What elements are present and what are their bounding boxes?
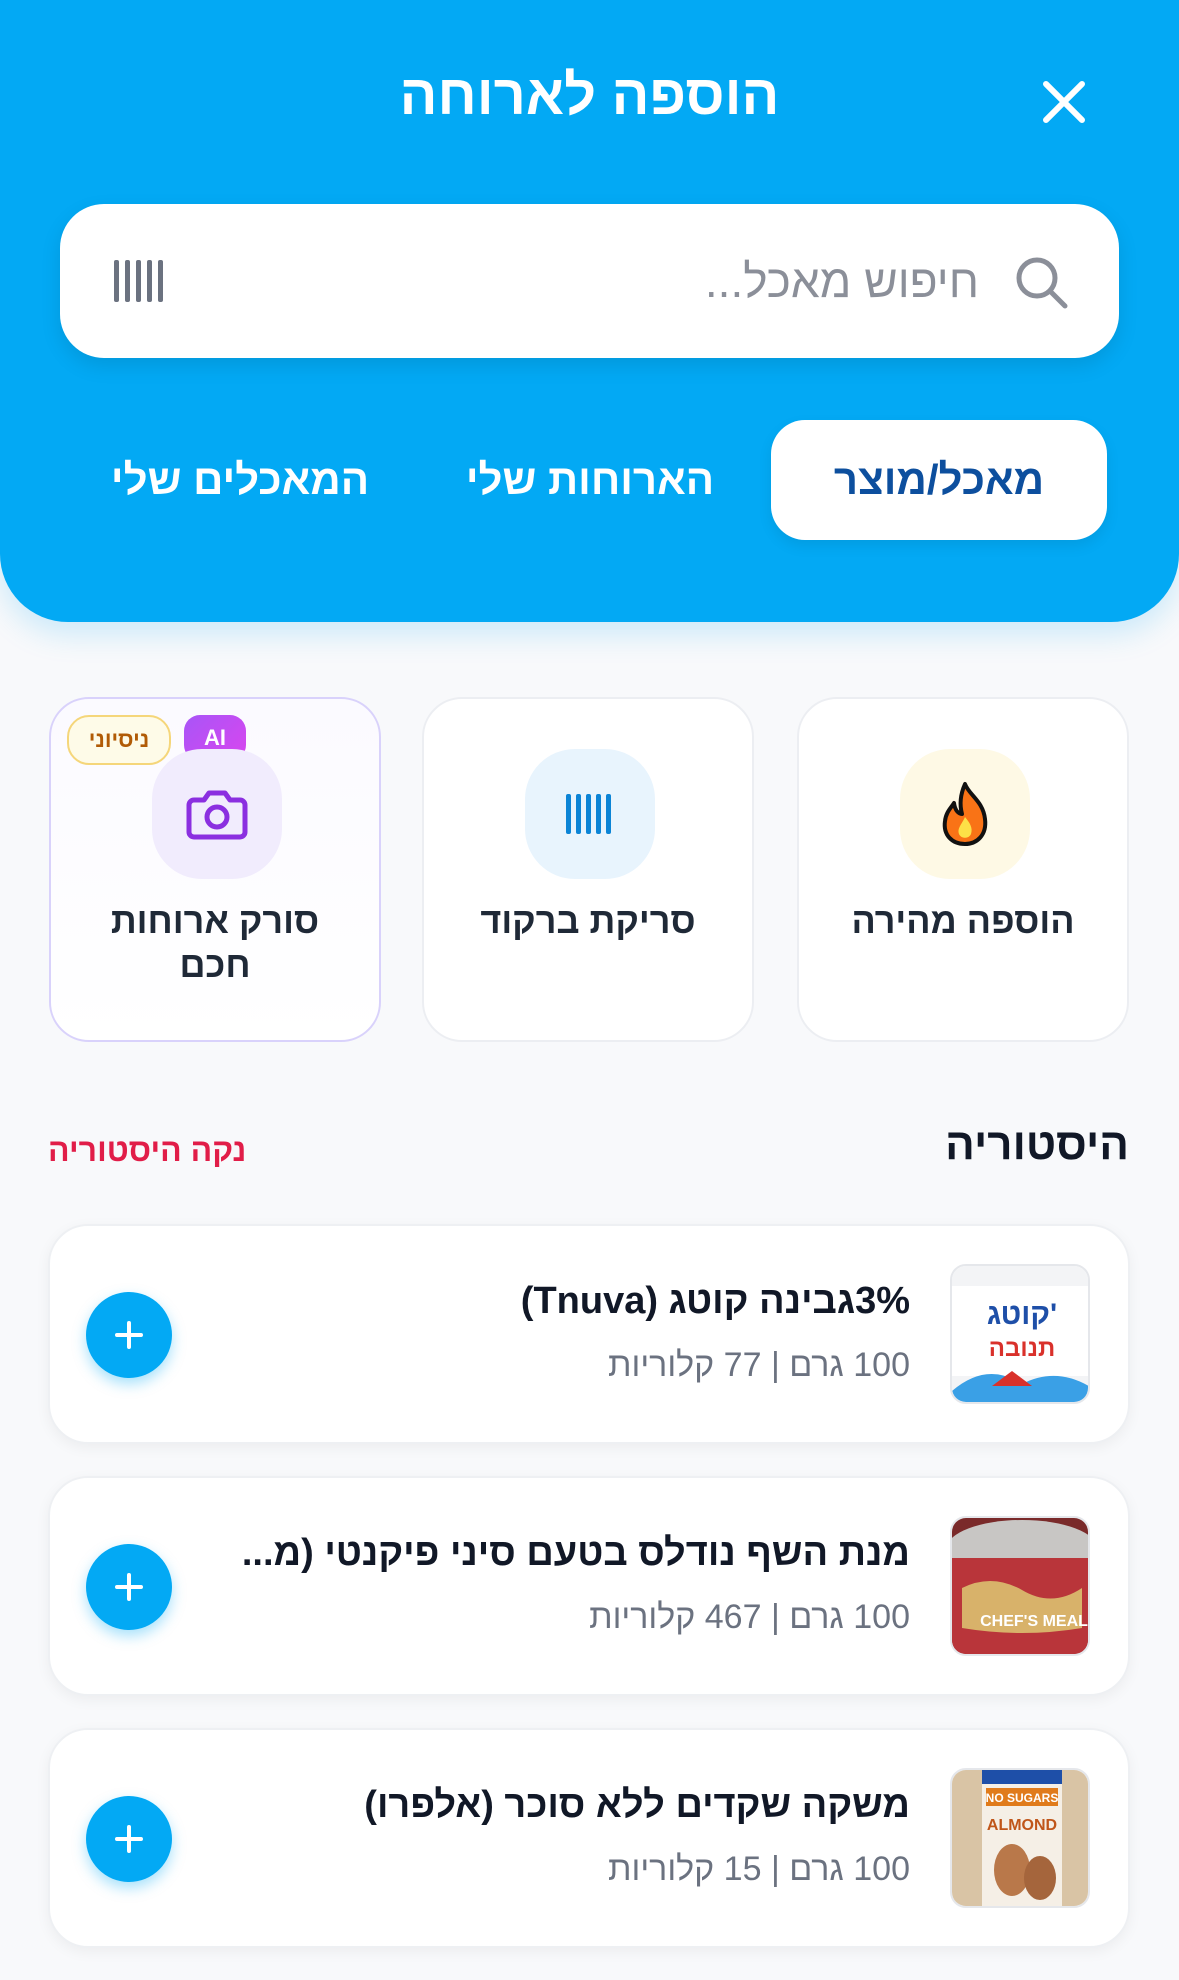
tab-food-product[interactable]: מאכל/מוצר xyxy=(771,420,1107,540)
food-name: 3%גבינה קוטג (Tnuva) xyxy=(520,1280,910,1322)
barcode-scan-icon-wrap xyxy=(525,749,655,879)
thumb-text: קוטג' xyxy=(987,1298,1057,1331)
plus-icon xyxy=(115,1825,143,1853)
food-thumbnail: CHEF'S MEAL xyxy=(950,1516,1090,1656)
search-bar xyxy=(60,204,1119,358)
header: הוספה לארוחה מאכל/מוצר הארוחות שלי xyxy=(0,0,1179,622)
history-item[interactable]: NO SUGARS ALMOND משקה שקדים ללא סוכר (אל… xyxy=(48,1728,1130,1948)
history-item[interactable]: CHEF'S MEAL מנת השף נודלס בטעם סיני פיקנ… xyxy=(48,1476,1130,1696)
search-icon[interactable] xyxy=(1013,254,1071,312)
tab-my-meals[interactable]: הארוחות שלי xyxy=(450,420,730,540)
add-item-button[interactable] xyxy=(86,1796,172,1882)
thumb-text: NO SUGARS xyxy=(986,1791,1059,1805)
page-title: הוספה לארוחה xyxy=(399,63,780,126)
thumb-text: תנובה xyxy=(989,1335,1055,1362)
close-icon xyxy=(1043,81,1085,123)
close-button[interactable] xyxy=(1032,70,1096,134)
plus-icon xyxy=(115,1321,143,1349)
history-item[interactable]: קוטג' תנובה 3%גבינה קוטג (Tnuva) 100 גרם… xyxy=(48,1224,1130,1444)
barcode-icon xyxy=(566,794,611,834)
barcode-scan-card[interactable]: סריקת ברקוד xyxy=(422,697,754,1042)
quick-add-label: הוספה מהירה xyxy=(851,900,1075,941)
smart-scanner-icon-wrap xyxy=(152,749,282,879)
flame-icon xyxy=(942,782,988,846)
plus-icon xyxy=(115,1573,143,1601)
add-to-meal-screen: הוספה לארוחה מאכל/מוצר הארוחות שלי xyxy=(0,0,1179,1980)
quick-add-card[interactable]: הוספה מהירה xyxy=(797,697,1129,1042)
search-input[interactable] xyxy=(299,246,979,316)
tab-my-foods[interactable]: המאכלים שלי xyxy=(100,420,380,540)
food-thumbnail: NO SUGARS ALMOND xyxy=(950,1768,1090,1908)
quick-add-icon-wrap xyxy=(900,749,1030,879)
barcode-icon[interactable] xyxy=(112,256,166,306)
smart-meal-scanner-card[interactable]: ניסיוני AI סורק ארוחות חכם xyxy=(49,697,381,1042)
add-item-button[interactable] xyxy=(86,1544,172,1630)
smart-meal-scanner-label: סורק ארוחות חכם xyxy=(110,900,320,985)
barcode-scan-label: סריקת ברקוד xyxy=(480,900,696,941)
clear-history-link[interactable]: נקה היסטוריה xyxy=(48,1132,246,1169)
food-name: מנת השף נודלס בטעם סיני פיקנטי (מ... xyxy=(241,1532,910,1574)
food-meta: 100 גרם | 77 קלוריות xyxy=(608,1346,910,1384)
add-item-button[interactable] xyxy=(86,1292,172,1378)
history-title: היסטוריה xyxy=(945,1120,1129,1169)
thumb-text: CHEF'S MEAL xyxy=(980,1613,1088,1630)
food-meta: 100 גרם | 15 קלוריות xyxy=(608,1850,910,1888)
tab-bar: מאכל/מוצר הארוחות שלי המאכלים שלי xyxy=(0,420,1179,540)
food-thumbnail: קוטג' תנובה xyxy=(950,1264,1090,1404)
trial-badge: ניסיוני xyxy=(67,715,171,765)
food-name: משקה שקדים ללא סוכר (אלפרו) xyxy=(364,1784,910,1826)
camera-icon xyxy=(186,790,248,840)
food-meta: 100 גרם | 467 קלוריות xyxy=(589,1598,910,1636)
thumb-text: ALMOND xyxy=(987,1817,1057,1834)
